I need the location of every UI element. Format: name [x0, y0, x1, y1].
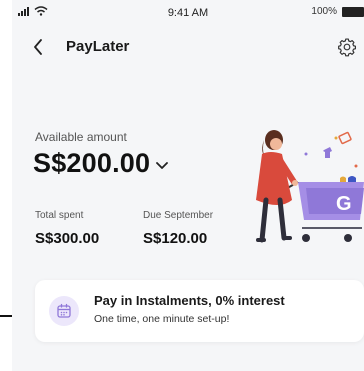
phone-screen: 9:41 AM 100% PayLater Available amount S…	[12, 0, 364, 371]
calendar-icon	[49, 296, 79, 326]
status-bar: 9:41 AM 100%	[12, 0, 364, 26]
battery-status: 100%	[311, 6, 364, 17]
app-header: PayLater	[12, 30, 364, 64]
due-label: Due September	[143, 210, 214, 221]
total-spent-value: S$300.00	[35, 230, 100, 247]
battery-percent: 100%	[311, 6, 337, 17]
gear-icon	[338, 38, 356, 57]
due-value: S$120.00	[143, 230, 208, 247]
total-spent-label: Total spent	[35, 210, 84, 221]
svg-text:G: G	[336, 193, 352, 215]
available-amount-selector[interactable]: S$200.00	[33, 148, 169, 179]
available-amount-value: S$200.00	[33, 148, 151, 178]
available-amount-label: Available amount	[35, 130, 127, 144]
settings-button[interactable]	[334, 34, 360, 60]
back-chevron-icon	[34, 39, 42, 55]
instalments-promo-card[interactable]: Pay in Instalments, 0% interest One time…	[35, 280, 364, 342]
promo-title: Pay in Instalments, 0% interest	[94, 293, 285, 308]
chevron-down-icon	[156, 161, 169, 169]
battery-icon	[342, 6, 364, 17]
promo-subtitle: One time, one minute set-up!	[94, 313, 230, 325]
back-button[interactable]	[26, 34, 50, 60]
page-title: PayLater	[66, 38, 130, 55]
shopping-illustration: G	[256, 130, 364, 243]
